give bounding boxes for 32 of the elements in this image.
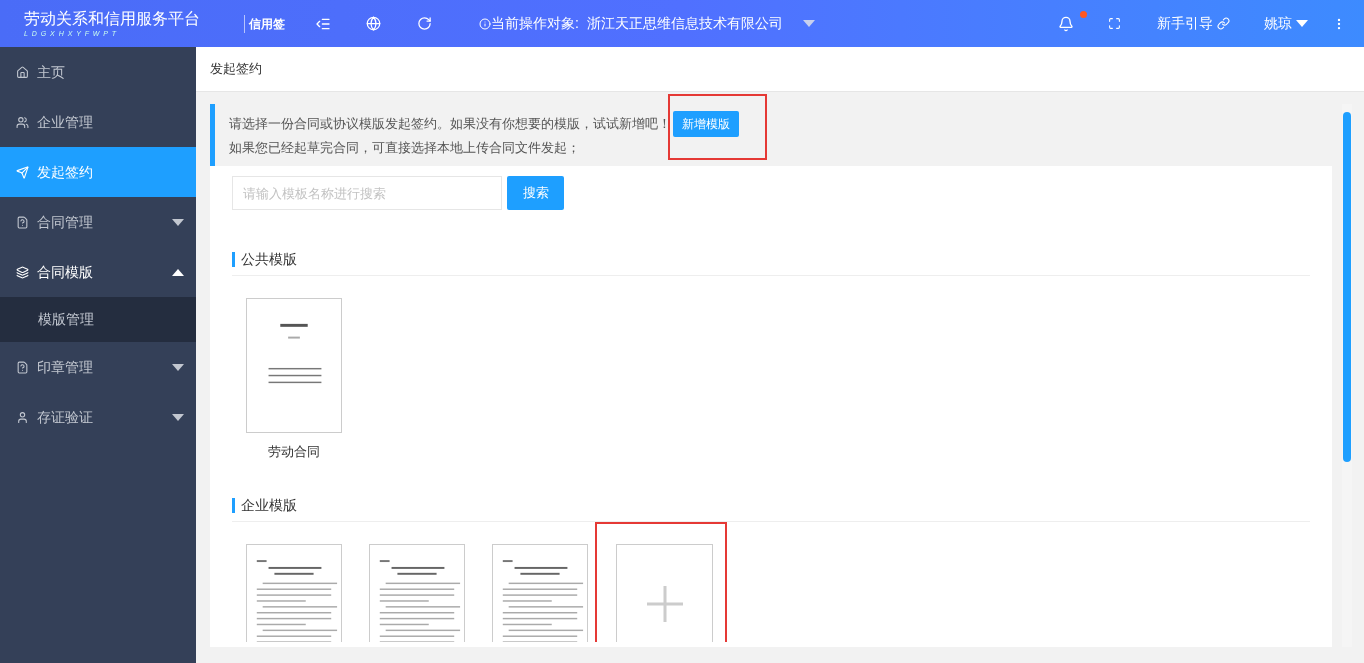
refresh-icon[interactable] — [417, 16, 432, 31]
sidebar-item[interactable]: 合同模版 — [0, 247, 196, 297]
link-icon — [1217, 17, 1230, 30]
notice-text: 请选择一份合同或协议模版发起签约。如果没有你想要的模版，试试新增吧！ — [229, 115, 671, 133]
product-name: 信用签 — [244, 14, 285, 33]
info-icon — [479, 17, 491, 30]
target-company[interactable]: 浙江天正思维信息技术有限公司 — [586, 13, 783, 34]
sidebar-item[interactable]: 存证验证 — [0, 392, 196, 442]
caret-icon — [172, 268, 184, 276]
plus-icon — [646, 585, 683, 622]
notification-icon[interactable] — [1058, 15, 1074, 32]
template-name[interactable]: 劳动合同 — [268, 442, 320, 462]
sidebar-item[interactable]: 合同管理 — [0, 197, 196, 247]
globe-icon[interactable] — [366, 16, 381, 31]
caret-icon — [1296, 20, 1308, 27]
caret-icon — [172, 218, 184, 226]
sidebar-item[interactable]: 企业管理 — [0, 97, 196, 147]
caret-icon — [172, 363, 184, 371]
submenu-item[interactable]: 模版管理 — [0, 297, 196, 342]
platform-title: 劳动关系和信用服务平台 — [24, 10, 200, 27]
fullscreen-icon[interactable] — [1108, 17, 1121, 30]
notice-text: 如果您已经起草完合同，可直接选择本地上传合同文件发起； — [229, 139, 581, 157]
section-title: 公共模版 — [232, 252, 297, 267]
target-label: 当前操作对象: — [491, 14, 579, 33]
sidebar-item[interactable]: 印章管理 — [0, 342, 196, 392]
sidebar-item[interactable]: 主页 — [0, 47, 196, 97]
caret-icon — [172, 413, 184, 421]
section-title: 企业模版 — [232, 497, 297, 513]
guide-link[interactable]: 新手引导 — [1157, 13, 1230, 34]
user-menu[interactable]: 姚琼 — [1264, 13, 1308, 34]
breadcrumb: 发起签约 — [210, 60, 262, 79]
caret-icon — [802, 20, 815, 27]
